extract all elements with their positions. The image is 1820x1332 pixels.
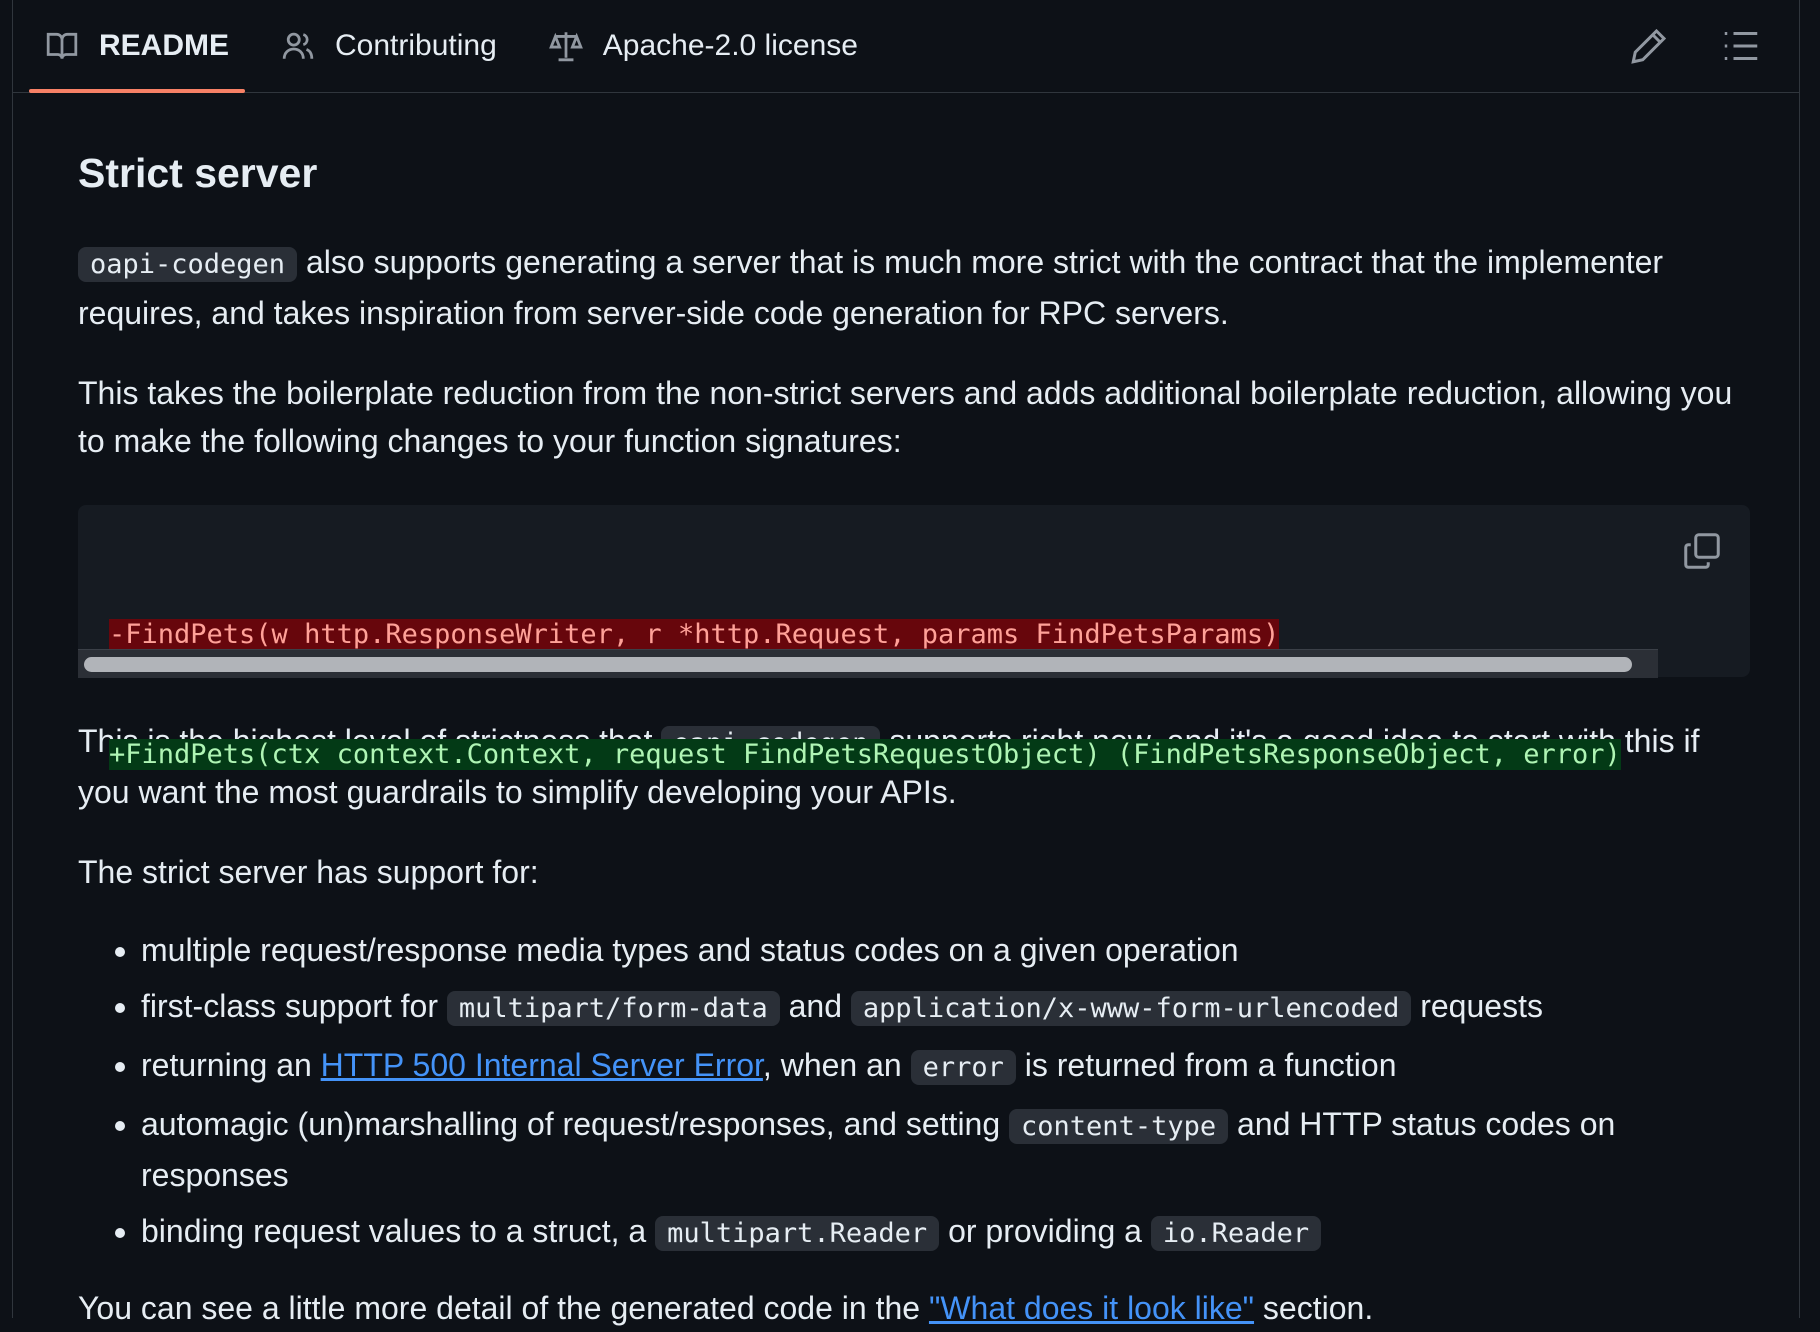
list-item: multiple request/response media types an… <box>141 926 1750 974</box>
people-icon <box>281 29 315 63</box>
tab-readme[interactable]: README <box>29 0 246 93</box>
horizontal-scrollbar[interactable] <box>78 649 1658 678</box>
copy-icon[interactable] <box>1682 531 1722 571</box>
tab-readme-label: README <box>99 29 230 62</box>
paragraph-intro: oapi-codegen also supports generating a … <box>78 244 1664 331</box>
readme-panel: README Contributing Apache-2.0 license S… <box>12 0 1800 1326</box>
inline-code: oapi-codegen <box>78 247 298 282</box>
tab-license-label: Apache-2.0 license <box>602 29 858 62</box>
inline-code: io.Reader <box>1150 1216 1322 1251</box>
list-item: binding request values to a struct, a mu… <box>141 1207 1750 1258</box>
paragraph-more-detail: You can see a little more detail of the … <box>78 1290 1374 1326</box>
inline-code: error <box>910 1050 1016 1085</box>
readme-content: Strict server oapi-codegen also supports… <box>78 92 1750 1332</box>
tab-license[interactable]: Apache-2.0 license <box>533 0 874 92</box>
tab-bar: README Contributing Apache-2.0 license <box>13 0 1799 93</box>
list-item: returning an HTTP 500 Internal Server Er… <box>141 1041 1750 1092</box>
code-block: -FindPets(w http.ResponseWriter, r *http… <box>78 505 1750 770</box>
paragraph-boilerplate: This takes the boilerplate reduction fro… <box>78 375 1733 459</box>
inline-code: content-type <box>1009 1109 1229 1144</box>
section-heading: Strict server <box>78 150 318 196</box>
diff-added-line: +FindPets(ctx context.Context, request F… <box>109 739 1621 770</box>
inline-code: multipart.Reader <box>655 1216 940 1251</box>
tab-contributing[interactable]: Contributing <box>265 0 513 92</box>
support-list: multiple request/response media types an… <box>78 926 1750 1258</box>
list-icon[interactable] <box>1721 26 1761 66</box>
tab-contributing-label: Contributing <box>335 29 497 62</box>
what-does-it-look-like-link[interactable]: "What does it look like" <box>929 1290 1254 1326</box>
diff-removed-line: -FindPets(w http.ResponseWriter, r *http… <box>109 619 1280 650</box>
list-item: automagic (un)marshalling of request/res… <box>141 1100 1750 1199</box>
inline-code: application/x-www-form-urlencoded <box>850 991 1412 1026</box>
list-item: first-class support for multipart/form-d… <box>141 982 1750 1033</box>
http-500-link[interactable]: HTTP 500 Internal Server Error <box>321 1047 763 1083</box>
law-icon <box>548 29 583 63</box>
scrollbar-thumb[interactable] <box>84 657 1632 672</box>
book-icon <box>45 29 79 63</box>
pencil-icon[interactable] <box>1629 26 1669 66</box>
inline-code: multipart/form-data <box>446 991 780 1026</box>
paragraph-support-intro: The strict server has support for: <box>78 854 539 890</box>
